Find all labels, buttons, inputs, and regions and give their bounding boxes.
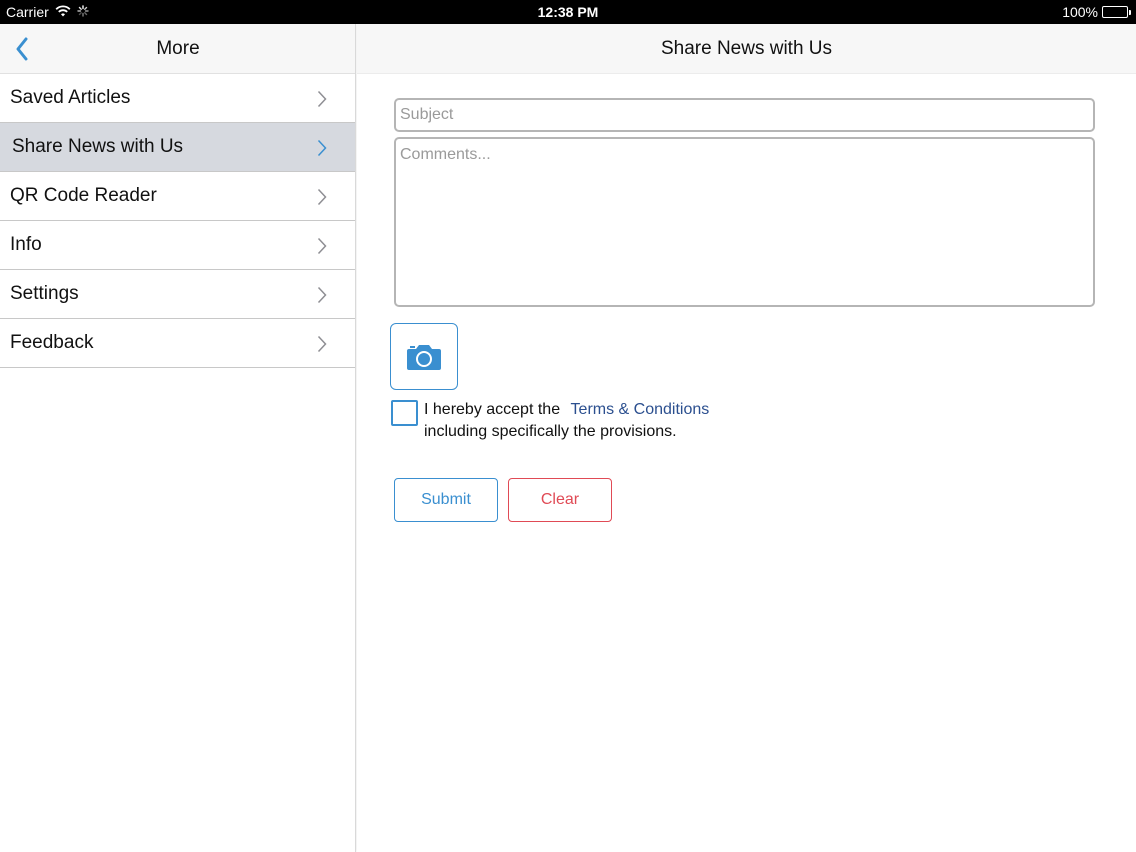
terms-checkbox[interactable]: [391, 400, 418, 426]
submit-button[interactable]: Submit: [394, 478, 498, 522]
menu-item-label: Feedback: [10, 332, 94, 353]
menu-item-label: Share News with Us: [12, 136, 184, 157]
master-pane: More Saved Articles Share News with Us Q…: [0, 24, 356, 852]
menu-item-settings[interactable]: Settings: [0, 270, 355, 319]
comments-textarea[interactable]: [394, 137, 1095, 307]
chevron-right-icon: [317, 188, 327, 206]
menu-item-saved-articles[interactable]: Saved Articles: [0, 74, 355, 123]
menu-item-feedback[interactable]: Feedback: [0, 319, 355, 368]
terms-text: I hereby accept the Terms & Conditions: [424, 401, 709, 419]
menu-item-qr-code-reader[interactable]: QR Code Reader: [0, 172, 355, 221]
status-time: 12:38 PM: [537, 4, 599, 20]
detail-nav-bar: Share News with Us: [357, 24, 1136, 74]
subject-input[interactable]: [394, 98, 1095, 132]
terms-prefix: I hereby accept the: [424, 401, 561, 418]
menu-item-label: QR Code Reader: [10, 185, 157, 206]
menu-item-info[interactable]: Info: [0, 221, 355, 270]
camera-icon: [407, 344, 441, 370]
chevron-right-icon: [317, 139, 327, 157]
battery-status: 100%: [1062, 4, 1131, 20]
menu-item-share-news[interactable]: Share News with Us: [0, 123, 355, 172]
clear-button[interactable]: Clear: [508, 478, 612, 522]
attach-photo-button[interactable]: [390, 323, 458, 390]
chevron-right-icon: [317, 286, 327, 304]
chevron-right-icon: [317, 335, 327, 353]
menu-item-label: Settings: [10, 283, 79, 304]
battery-icon: [1102, 6, 1131, 18]
chevron-right-icon: [317, 90, 327, 108]
terms-suffix: including specifically the provisions.: [424, 423, 677, 440]
master-title: More: [156, 38, 200, 59]
terms-link[interactable]: Terms & Conditions: [571, 401, 710, 418]
menu-item-label: Info: [10, 234, 42, 255]
status-bar: Carrier 12:38 PM 100%: [0, 0, 1136, 24]
battery-percent: 100%: [1062, 4, 1098, 20]
master-nav-bar: More: [0, 24, 355, 74]
page-title: Share News with Us: [660, 38, 833, 59]
chevron-right-icon: [317, 237, 327, 255]
detail-pane: Share News with Us I hereby accept the T…: [357, 24, 1136, 852]
menu-item-label: Saved Articles: [10, 87, 131, 108]
